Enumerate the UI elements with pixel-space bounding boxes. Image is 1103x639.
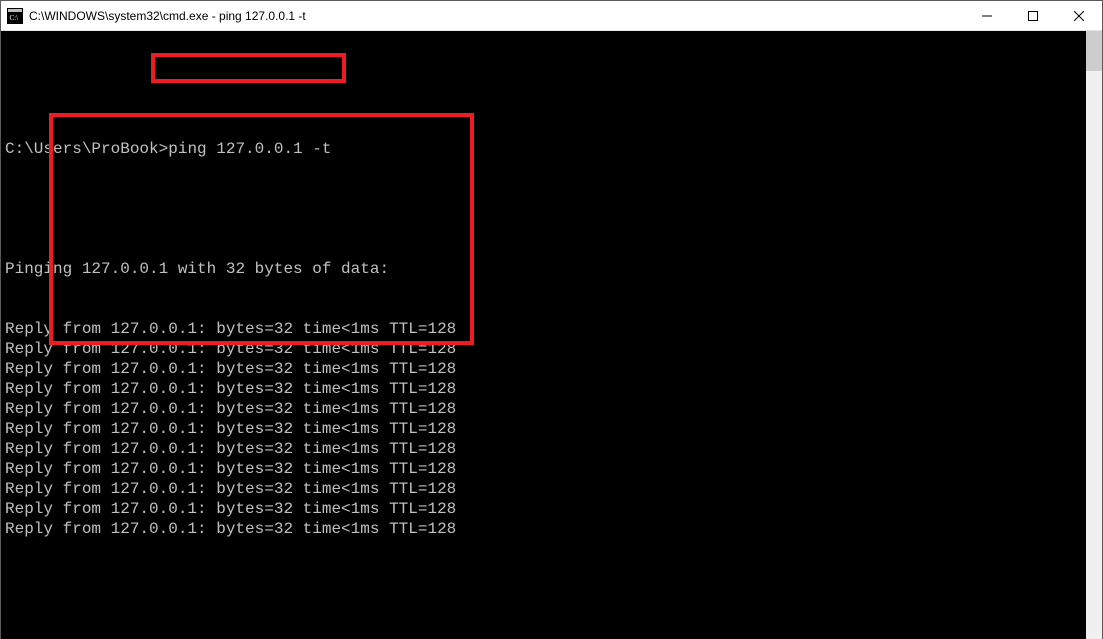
cmd-icon: C:\ xyxy=(7,8,23,24)
cmd-window: C:\ C:\WINDOWS\system32\cmd.exe - ping 1… xyxy=(0,0,1103,639)
ping-reply-line: Reply from 127.0.0.1: bytes=32 time<1ms … xyxy=(5,339,1086,359)
scrollbar-thumb[interactable] xyxy=(1086,31,1102,71)
maximize-button[interactable] xyxy=(1010,1,1056,30)
terminal-output[interactable]: C:\Users\ProBook>ping 127.0.0.1 -t Pingi… xyxy=(1,31,1086,639)
typed-command: ping 127.0.0.1 -t xyxy=(168,140,331,158)
titlebar-left: C:\ C:\WINDOWS\system32\cmd.exe - ping 1… xyxy=(1,1,306,31)
terminal-area: C:\Users\ProBook>ping 127.0.0.1 -t Pingi… xyxy=(1,31,1102,639)
ping-reply-line: Reply from 127.0.0.1: bytes=32 time<1ms … xyxy=(5,439,1086,459)
ping-reply-line: Reply from 127.0.0.1: bytes=32 time<1ms … xyxy=(5,319,1086,339)
ping-reply-line: Reply from 127.0.0.1: bytes=32 time<1ms … xyxy=(5,519,1086,539)
ping-reply-line: Reply from 127.0.0.1: bytes=32 time<1ms … xyxy=(5,479,1086,499)
vertical-scrollbar[interactable] xyxy=(1086,31,1102,639)
ping-reply-line: Reply from 127.0.0.1: bytes=32 time<1ms … xyxy=(5,379,1086,399)
ping-reply-line: Reply from 127.0.0.1: bytes=32 time<1ms … xyxy=(5,399,1086,419)
ping-reply-line: Reply from 127.0.0.1: bytes=32 time<1ms … xyxy=(5,419,1086,439)
prompt: C:\Users\ProBook> xyxy=(5,140,168,158)
window-controls xyxy=(964,1,1102,30)
close-button[interactable] xyxy=(1056,1,1102,30)
prompt-line: C:\Users\ProBook>ping 127.0.0.1 -t xyxy=(5,139,1086,159)
titlebar[interactable]: C:\ C:\WINDOWS\system32\cmd.exe - ping 1… xyxy=(1,1,1102,31)
ping-reply-line: Reply from 127.0.0.1: bytes=32 time<1ms … xyxy=(5,359,1086,379)
window-title: C:\WINDOWS\system32\cmd.exe - ping 127.0… xyxy=(29,1,306,31)
minimize-button[interactable] xyxy=(964,1,1010,30)
ping-reply-line: Reply from 127.0.0.1: bytes=32 time<1ms … xyxy=(5,459,1086,479)
ping-header: Pinging 127.0.0.1 with 32 bytes of data: xyxy=(5,259,1086,279)
svg-text:C:\: C:\ xyxy=(10,14,19,22)
ping-reply-line: Reply from 127.0.0.1: bytes=32 time<1ms … xyxy=(5,499,1086,519)
